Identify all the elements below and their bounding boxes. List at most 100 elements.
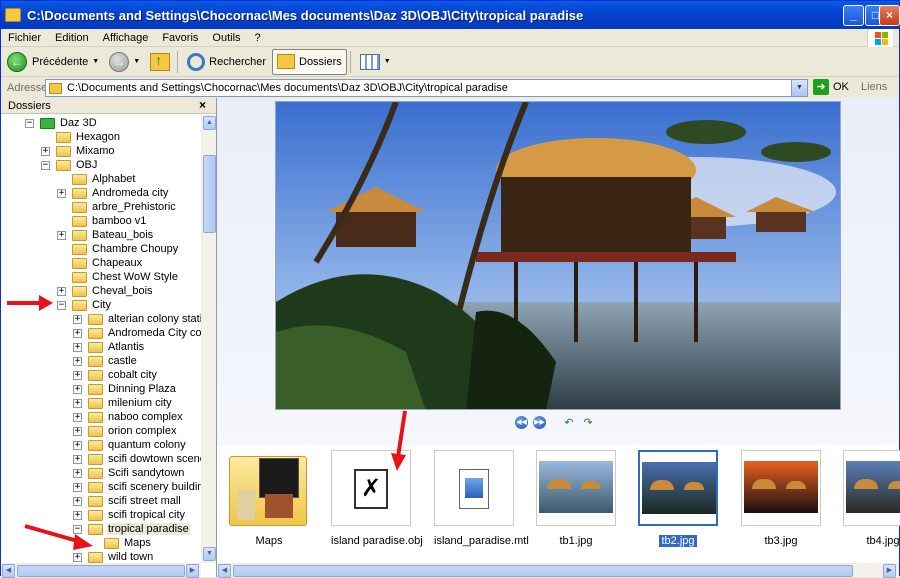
expand-icon[interactable]: + — [73, 342, 82, 352]
thumbnail-item[interactable]: tb2.jpg — [638, 450, 718, 547]
tree-item[interactable]: + Bateau_bois — [57, 228, 154, 242]
tree-item[interactable]: Chapeaux — [57, 256, 143, 270]
minimize-button[interactable]: _ — [843, 5, 864, 26]
search-button[interactable]: Rechercher — [183, 49, 270, 75]
expand-icon[interactable]: + — [73, 328, 82, 338]
tree-item[interactable]: + Dinning Plaza — [73, 382, 177, 396]
views-button[interactable]: ▼ — [356, 49, 395, 75]
go-button[interactable]: ➜ OK — [813, 79, 849, 95]
tree-item[interactable]: − OBJ — [41, 158, 98, 172]
tree-item[interactable]: Chambre Choupy — [57, 242, 179, 256]
back-button[interactable]: ← Précédente ▼ — [3, 49, 103, 75]
close-icon[interactable]: × — [199, 98, 206, 112]
tree-item[interactable]: + Mixamo — [41, 144, 116, 158]
tree-item[interactable]: + milenium city — [73, 396, 173, 410]
expand-icon[interactable]: + — [73, 454, 82, 464]
thumbnail-item[interactable]: Maps — [229, 450, 309, 547]
close-button[interactable]: × — [879, 5, 900, 26]
scroll-thumb[interactable] — [233, 565, 853, 577]
tree-item[interactable]: + naboo complex — [73, 410, 184, 424]
thumbnail-item[interactable]: tb4.jpg — [843, 450, 900, 547]
menu-affichage[interactable]: Affichage — [96, 32, 156, 44]
tree-item[interactable]: + Cheval_bois — [57, 284, 154, 298]
links-label[interactable]: Liens — [861, 81, 887, 93]
expand-icon[interactable]: + — [73, 468, 82, 478]
expand-icon[interactable]: + — [73, 440, 82, 450]
tree-item[interactable]: + quantum colony — [73, 438, 187, 452]
expand-icon[interactable]: + — [73, 370, 82, 380]
scroll-down-icon[interactable]: ▼ — [203, 547, 216, 561]
expand-icon[interactable]: + — [73, 384, 82, 394]
tree-item[interactable]: − City — [57, 298, 112, 312]
scroll-thumb[interactable] — [17, 565, 185, 577]
tree-horizontal-scrollbar[interactable]: ◀ ▶ — [1, 563, 201, 578]
menu-edition[interactable]: Edition — [48, 32, 96, 44]
expand-icon[interactable]: + — [73, 482, 82, 492]
thumbnail-filename: island_paradise.mtl — [434, 535, 529, 547]
tree-item[interactable]: + castle — [73, 354, 138, 368]
tree-item[interactable]: Hexagon — [41, 130, 121, 144]
expand-icon[interactable]: + — [57, 230, 66, 240]
tree-item[interactable]: + scifi scenery building — [73, 480, 201, 494]
expand-icon[interactable]: + — [73, 496, 82, 506]
folders-button[interactable]: Dossiers — [272, 48, 347, 75]
tree-item[interactable]: + alterian colony station — [73, 312, 201, 326]
forward-button[interactable]: → ▼ — [105, 49, 144, 75]
scroll-thumb[interactable] — [203, 155, 216, 233]
menu-fichier[interactable]: Fichier — [1, 32, 48, 44]
tree-item[interactable]: Alphabet — [57, 172, 136, 186]
tree-item[interactable]: + Atlantis — [73, 340, 145, 354]
tree-item[interactable]: Chest WoW Style — [57, 270, 179, 284]
tree-item[interactable]: + Andromeda city — [57, 186, 169, 200]
chevron-down-icon[interactable]: ▼ — [133, 58, 140, 65]
previous-image-icon[interactable]: ◀◀ — [515, 416, 528, 429]
scroll-up-icon[interactable]: ▲ — [203, 116, 216, 130]
tree-item[interactable]: + wild town — [73, 550, 154, 563]
expand-icon[interactable]: + — [73, 552, 82, 562]
rotate-left-icon[interactable]: ↶ — [562, 417, 576, 429]
tree-item[interactable]: + scifi tropical city — [73, 508, 186, 522]
collapse-icon[interactable]: − — [25, 118, 34, 128]
tree-item[interactable]: + scifi street mall — [73, 494, 182, 508]
menu-help[interactable]: ? — [248, 32, 268, 44]
thumbnail-item[interactable]: tb3.jpg — [741, 450, 821, 547]
tree-item[interactable]: + cobalt city — [73, 368, 158, 382]
expand-icon[interactable]: + — [41, 146, 50, 156]
expand-icon[interactable]: + — [73, 356, 82, 366]
content-horizontal-scrollbar[interactable]: ◀ ▶ — [217, 563, 899, 578]
chevron-down-icon[interactable]: ▼ — [384, 58, 391, 65]
tree-item[interactable]: arbre_Prehistoric — [57, 200, 177, 214]
expand-icon[interactable]: + — [57, 286, 66, 296]
tree-item-label: Mixamo — [76, 145, 115, 157]
thumbnail-filename: tb3.jpg — [764, 535, 798, 547]
expand-icon[interactable]: + — [73, 510, 82, 520]
tree-item[interactable]: + Andromeda City complex — [73, 326, 201, 340]
expand-icon[interactable]: + — [57, 188, 66, 198]
chevron-down-icon[interactable]: ▼ — [791, 80, 807, 96]
title-bar[interactable]: C:\Documents and Settings\Chocornac\Mes … — [1, 1, 900, 29]
expand-icon[interactable]: + — [73, 426, 82, 436]
tree-item[interactable]: + scifi dowtown scenery — [73, 452, 201, 466]
tree-vertical-scrollbar[interactable]: ▲ ▼ — [201, 115, 216, 563]
folder-icon — [88, 397, 103, 409]
rotate-right-icon[interactable]: ↷ — [581, 417, 595, 429]
menu-favoris[interactable]: Favoris — [155, 32, 205, 44]
collapse-icon[interactable]: − — [57, 300, 66, 310]
preview-image[interactable] — [275, 101, 841, 410]
tree-item[interactable]: bamboo v1 — [57, 214, 147, 228]
chevron-down-icon[interactable]: ▼ — [92, 58, 99, 65]
thumbnail-item[interactable]: tb1.jpg — [536, 450, 616, 547]
next-image-icon[interactable]: ▶▶ — [533, 416, 546, 429]
expand-icon[interactable]: + — [73, 398, 82, 408]
tree-item[interactable]: + Scifi sandytown — [73, 466, 185, 480]
menu-outils[interactable]: Outils — [205, 32, 247, 44]
expand-icon[interactable]: + — [73, 412, 82, 422]
tree-item[interactable]: − Daz 3D — [25, 116, 98, 130]
address-input[interactable]: C:\Documents and Settings\Chocornac\Mes … — [45, 79, 808, 97]
expand-icon[interactable]: + — [73, 314, 82, 324]
collapse-icon[interactable]: − — [41, 160, 50, 170]
up-folder-button[interactable] — [146, 49, 174, 75]
thumbnail-item[interactable]: island_paradise.mtl — [434, 450, 529, 547]
tree-item[interactable]: Maps — [89, 536, 152, 550]
tree-item[interactable]: + orion complex — [73, 424, 177, 438]
